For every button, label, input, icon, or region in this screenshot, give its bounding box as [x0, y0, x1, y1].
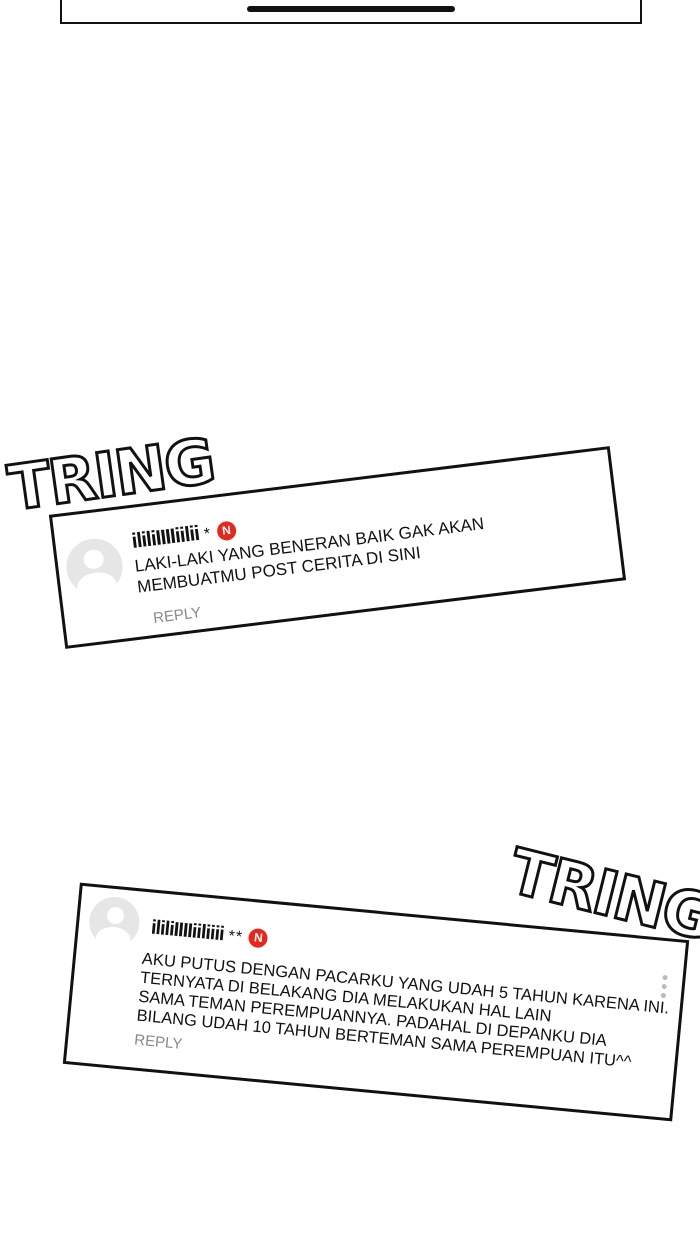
reply-button[interactable]: REPLY [134, 1031, 183, 1052]
username-suffix: ** [227, 927, 244, 947]
avatar [87, 894, 142, 950]
comment-text: AKU PUTUS DENGAN PACARKU YANG UDAH 5 TAH… [135, 949, 670, 1072]
avatar [63, 535, 126, 598]
home-indicator [247, 6, 455, 12]
new-badge: N [247, 927, 269, 949]
username-suffix: * [203, 525, 213, 544]
reply-button[interactable]: REPLY [152, 604, 202, 627]
phone-frame [60, 0, 642, 24]
new-badge: N [215, 520, 238, 542]
username: ililiIIIIiiliiii ** N [150, 917, 269, 951]
